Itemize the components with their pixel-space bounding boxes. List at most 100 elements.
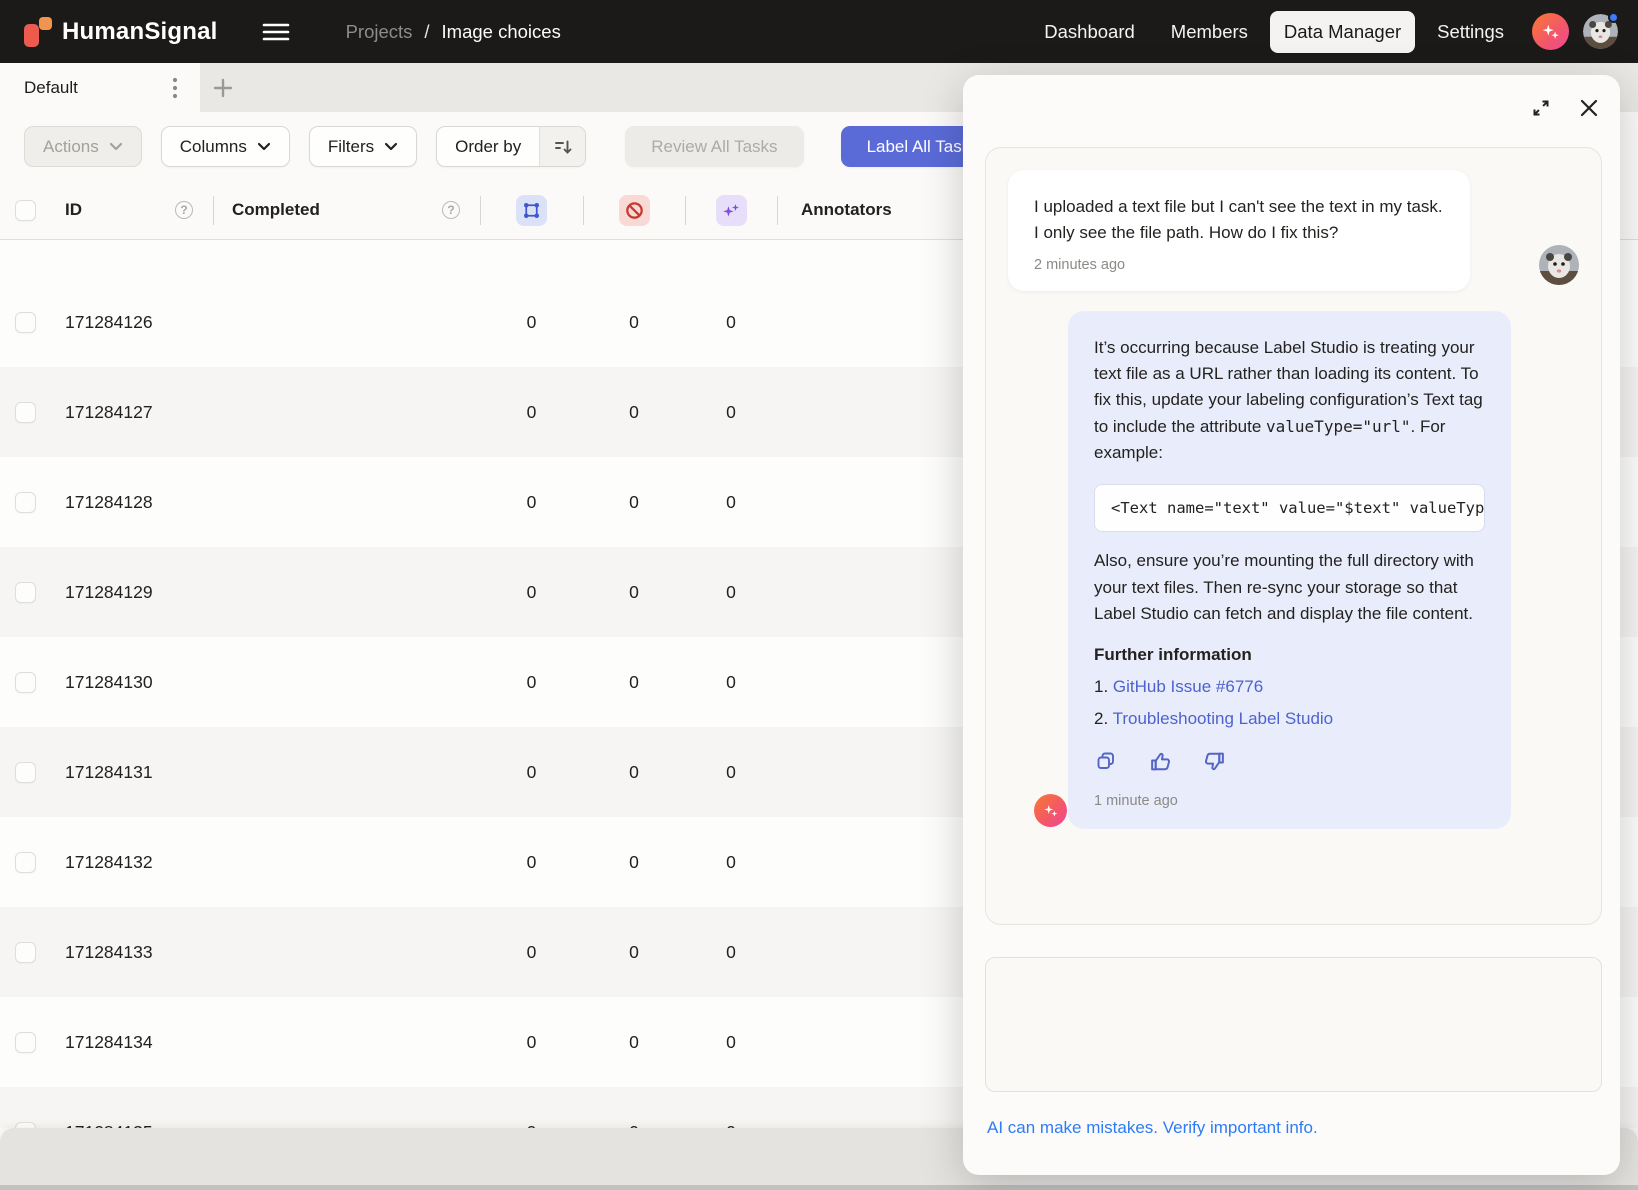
window-edge: [0, 1185, 1638, 1190]
thumbs-down-icon[interactable]: [1202, 749, 1226, 773]
predictions-count: 0: [726, 672, 736, 693]
review-all-tasks-button[interactable]: Review All Tasks: [625, 126, 803, 167]
ai-assistant-button[interactable]: [1532, 13, 1569, 50]
annotations-count: 0: [527, 582, 537, 603]
top-navbar: HumanSignal Projects / Image choices Das…: [0, 0, 1638, 63]
task-id: 171284130: [65, 672, 153, 693]
filters-button[interactable]: Filters: [309, 126, 417, 167]
select-all-checkbox[interactable]: [15, 200, 36, 221]
annotations-count: 0: [527, 1032, 537, 1053]
cancelled-count: 0: [629, 762, 639, 783]
row-checkbox[interactable]: [15, 942, 36, 963]
annotations-count: 0: [527, 762, 537, 783]
task-id: 171284126: [65, 312, 153, 333]
user-message-bubble: I uploaded a text file but I can't see t…: [1008, 170, 1470, 291]
predictions-count: 0: [726, 582, 736, 603]
row-checkbox[interactable]: [15, 492, 36, 513]
column-divider: [583, 196, 584, 225]
ai-message-row: It’s occurring because Label Studio is t…: [1068, 311, 1511, 830]
user-message-row: I uploaded a text file but I can't see t…: [1008, 170, 1579, 291]
ai-assistant-panel: I uploaded a text file but I can't see t…: [963, 75, 1620, 1175]
predictions-count: 0: [726, 942, 736, 963]
task-id: 171284131: [65, 762, 153, 783]
order-by-label[interactable]: Order by: [437, 127, 539, 166]
troubleshooting-link[interactable]: Troubleshooting Label Studio: [1113, 709, 1334, 728]
user-avatar[interactable]: [1583, 14, 1618, 49]
sparkles-icon: [1540, 21, 1562, 43]
cancelled-count: 0: [629, 402, 639, 423]
order-by-control[interactable]: Order by: [436, 126, 586, 167]
nav-item-dashboard[interactable]: Dashboard: [1030, 11, 1149, 53]
nav-item-data-manager[interactable]: Data Manager: [1270, 11, 1415, 53]
tab-options-kebab-icon[interactable]: [162, 73, 188, 103]
add-tab-plus-icon[interactable]: [200, 63, 246, 112]
ai-avatar: [1034, 794, 1067, 827]
predictions-count: 0: [726, 492, 736, 513]
user-message-timestamp: 2 minutes ago: [1034, 257, 1444, 273]
expand-panel-icon[interactable]: [1528, 95, 1554, 121]
columns-button[interactable]: Columns: [161, 126, 290, 167]
column-header-id[interactable]: ID: [65, 200, 82, 220]
actions-button[interactable]: Actions: [24, 126, 142, 167]
chat-panel-header: [963, 75, 1620, 121]
predictions-count: 0: [726, 402, 736, 423]
row-checkbox[interactable]: [15, 1032, 36, 1053]
nav-item-settings[interactable]: Settings: [1423, 11, 1518, 53]
column-header-completed[interactable]: Completed: [232, 200, 320, 220]
tab-default[interactable]: Default: [0, 63, 200, 112]
predictions-count: 0: [726, 1032, 736, 1053]
reference-links: 1. GitHub Issue #6776 2. Troubleshooting…: [1094, 677, 1485, 729]
task-id: 171284127: [65, 402, 153, 423]
cancelled-count: 0: [629, 672, 639, 693]
annotations-icon[interactable]: [516, 195, 547, 226]
ai-paragraph-2: Also, ensure you’re mounting the full di…: [1094, 548, 1485, 627]
breadcrumb-current-project: Image choices: [442, 21, 561, 43]
cancelled-count: 0: [629, 582, 639, 603]
cancelled-count: 0: [629, 852, 639, 873]
user-message-text: I uploaded a text file but I can't see t…: [1034, 194, 1444, 247]
row-checkbox[interactable]: [15, 762, 36, 783]
predictions-icon[interactable]: [716, 195, 747, 226]
cancelled-count: 0: [629, 942, 639, 963]
breadcrumb-projects[interactable]: Projects: [346, 21, 413, 43]
row-checkbox[interactable]: [15, 582, 36, 603]
cancelled-annotations-icon[interactable]: [619, 195, 650, 226]
cancelled-count: 0: [629, 312, 639, 333]
annotations-count: 0: [527, 942, 537, 963]
thumbs-up-icon[interactable]: [1148, 749, 1172, 773]
predictions-count: 0: [726, 762, 736, 783]
chat-message-input[interactable]: [985, 957, 1602, 1092]
nav-item-members[interactable]: Members: [1157, 11, 1262, 53]
column-divider: [480, 196, 481, 225]
ai-disclaimer-link[interactable]: AI can make mistakes. Verify important i…: [987, 1118, 1318, 1138]
annotations-count: 0: [527, 402, 537, 423]
code-snippet[interactable]: <Text name="text" value="$text" valueTyp…: [1094, 484, 1485, 532]
completed-help-icon[interactable]: ?: [442, 201, 460, 219]
ai-paragraph-1: It’s occurring because Label Studio is t…: [1094, 335, 1485, 467]
cancelled-count: 0: [629, 492, 639, 513]
predictions-count: 0: [726, 852, 736, 873]
column-divider: [685, 196, 686, 225]
row-checkbox[interactable]: [15, 672, 36, 693]
column-header-annotators[interactable]: Annotators: [801, 200, 892, 219]
sparkles-icon: [1042, 802, 1060, 820]
task-id: 171284128: [65, 492, 153, 513]
online-status-dot: [1608, 12, 1619, 23]
chat-messages-container: I uploaded a text file but I can't see t…: [985, 147, 1602, 925]
tab-default-label: Default: [24, 78, 162, 98]
id-help-icon[interactable]: ?: [175, 201, 193, 219]
humansignal-logo[interactable]: HumanSignal: [24, 16, 218, 48]
breadcrumb-separator: /: [424, 21, 429, 43]
task-id: 171284133: [65, 942, 153, 963]
copy-icon[interactable]: [1094, 749, 1118, 773]
row-checkbox[interactable]: [15, 312, 36, 333]
menu-icon[interactable]: [256, 12, 296, 52]
annotations-count: 0: [527, 492, 537, 513]
annotations-count: 0: [527, 852, 537, 873]
close-panel-icon[interactable]: [1576, 95, 1602, 121]
row-checkbox[interactable]: [15, 852, 36, 873]
sort-direction-icon[interactable]: [539, 127, 585, 166]
github-issue-link[interactable]: GitHub Issue #6776: [1113, 677, 1263, 696]
row-checkbox[interactable]: [15, 402, 36, 423]
column-divider: [777, 196, 778, 225]
